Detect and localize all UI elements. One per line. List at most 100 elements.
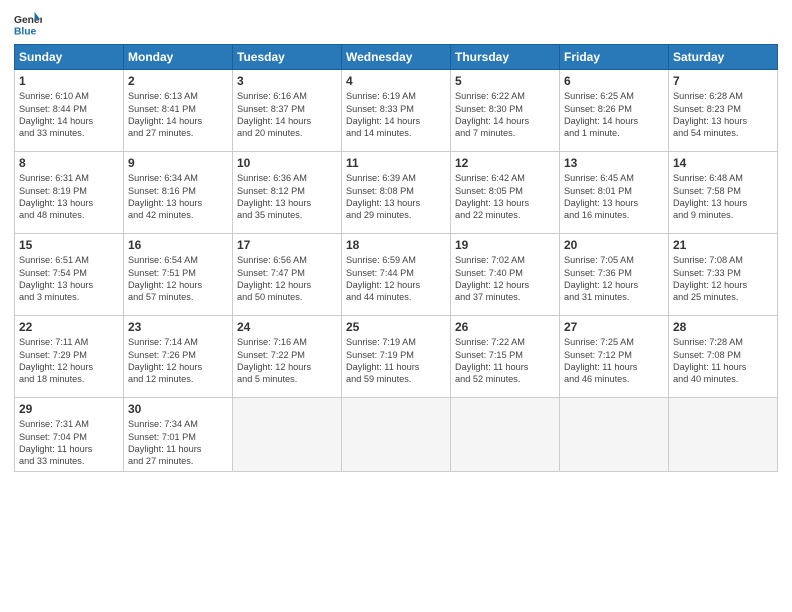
- logo: General Blue: [14, 10, 46, 38]
- day-number: 13: [564, 155, 664, 171]
- day-cell: 27Sunrise: 7:25 AMSunset: 7:12 PMDayligh…: [560, 316, 669, 398]
- day-info: and 7 minutes.: [455, 127, 555, 139]
- day-number: 2: [128, 73, 228, 89]
- day-info: Sunset: 8:05 PM: [455, 185, 555, 197]
- day-info: Sunrise: 6:31 AM: [19, 172, 119, 184]
- day-number: 6: [564, 73, 664, 89]
- day-info: Sunrise: 7:02 AM: [455, 254, 555, 266]
- day-info: Sunrise: 6:51 AM: [19, 254, 119, 266]
- day-info: Sunset: 8:41 PM: [128, 103, 228, 115]
- day-info: Sunset: 7:40 PM: [455, 267, 555, 279]
- day-info: Daylight: 12 hours: [564, 279, 664, 291]
- weekday-header-wednesday: Wednesday: [342, 45, 451, 70]
- day-info: Sunrise: 6:10 AM: [19, 90, 119, 102]
- day-number: 27: [564, 319, 664, 335]
- day-info: and 46 minutes.: [564, 373, 664, 385]
- header: General Blue: [14, 10, 778, 38]
- day-info: and 59 minutes.: [346, 373, 446, 385]
- day-info: and 3 minutes.: [19, 291, 119, 303]
- day-info: and 42 minutes.: [128, 209, 228, 221]
- day-cell: 14Sunrise: 6:48 AMSunset: 7:58 PMDayligh…: [669, 152, 778, 234]
- day-cell: 18Sunrise: 6:59 AMSunset: 7:44 PMDayligh…: [342, 234, 451, 316]
- day-info: and 25 minutes.: [673, 291, 773, 303]
- day-info: Sunrise: 7:05 AM: [564, 254, 664, 266]
- day-cell: 22Sunrise: 7:11 AMSunset: 7:29 PMDayligh…: [15, 316, 124, 398]
- day-cell: 13Sunrise: 6:45 AMSunset: 8:01 PMDayligh…: [560, 152, 669, 234]
- day-info: Daylight: 11 hours: [128, 443, 228, 455]
- day-number: 5: [455, 73, 555, 89]
- day-info: Sunset: 7:04 PM: [19, 431, 119, 443]
- week-row-5: 29Sunrise: 7:31 AMSunset: 7:04 PMDayligh…: [15, 398, 778, 472]
- day-cell: 26Sunrise: 7:22 AMSunset: 7:15 PMDayligh…: [451, 316, 560, 398]
- day-info: Sunrise: 6:34 AM: [128, 172, 228, 184]
- day-info: Sunset: 7:33 PM: [673, 267, 773, 279]
- day-info: Daylight: 13 hours: [346, 197, 446, 209]
- day-info: Sunset: 7:44 PM: [346, 267, 446, 279]
- day-info: Daylight: 11 hours: [19, 443, 119, 455]
- day-number: 23: [128, 319, 228, 335]
- day-info: and 57 minutes.: [128, 291, 228, 303]
- day-info: Daylight: 14 hours: [564, 115, 664, 127]
- day-cell: [451, 398, 560, 472]
- day-number: 17: [237, 237, 337, 253]
- day-info: Daylight: 11 hours: [346, 361, 446, 373]
- day-info: Sunset: 7:15 PM: [455, 349, 555, 361]
- day-info: Sunset: 8:26 PM: [564, 103, 664, 115]
- day-cell: 17Sunrise: 6:56 AMSunset: 7:47 PMDayligh…: [233, 234, 342, 316]
- day-cell: 15Sunrise: 6:51 AMSunset: 7:54 PMDayligh…: [15, 234, 124, 316]
- day-info: and 33 minutes.: [19, 455, 119, 467]
- day-cell: 16Sunrise: 6:54 AMSunset: 7:51 PMDayligh…: [124, 234, 233, 316]
- day-cell: 21Sunrise: 7:08 AMSunset: 7:33 PMDayligh…: [669, 234, 778, 316]
- weekday-header-row: SundayMondayTuesdayWednesdayThursdayFrid…: [15, 45, 778, 70]
- day-info: Daylight: 14 hours: [128, 115, 228, 127]
- day-info: Daylight: 14 hours: [19, 115, 119, 127]
- day-info: Sunrise: 6:16 AM: [237, 90, 337, 102]
- day-info: and 50 minutes.: [237, 291, 337, 303]
- day-number: 14: [673, 155, 773, 171]
- day-info: Sunrise: 6:59 AM: [346, 254, 446, 266]
- day-info: Sunrise: 7:08 AM: [673, 254, 773, 266]
- day-info: Sunrise: 7:22 AM: [455, 336, 555, 348]
- day-number: 10: [237, 155, 337, 171]
- day-number: 15: [19, 237, 119, 253]
- day-info: and 1 minute.: [564, 127, 664, 139]
- day-info: and 40 minutes.: [673, 373, 773, 385]
- day-info: Daylight: 13 hours: [19, 279, 119, 291]
- day-cell: 1Sunrise: 6:10 AMSunset: 8:44 PMDaylight…: [15, 70, 124, 152]
- logo-icon: General Blue: [14, 10, 42, 38]
- day-info: Sunrise: 6:19 AM: [346, 90, 446, 102]
- day-info: Sunset: 7:19 PM: [346, 349, 446, 361]
- day-cell: 8Sunrise: 6:31 AMSunset: 8:19 PMDaylight…: [15, 152, 124, 234]
- day-info: Sunset: 7:22 PM: [237, 349, 337, 361]
- day-number: 4: [346, 73, 446, 89]
- day-info: Sunrise: 6:36 AM: [237, 172, 337, 184]
- day-cell: 20Sunrise: 7:05 AMSunset: 7:36 PMDayligh…: [560, 234, 669, 316]
- day-number: 8: [19, 155, 119, 171]
- day-cell: 4Sunrise: 6:19 AMSunset: 8:33 PMDaylight…: [342, 70, 451, 152]
- day-number: 1: [19, 73, 119, 89]
- day-info: Daylight: 12 hours: [455, 279, 555, 291]
- day-info: Sunset: 7:12 PM: [564, 349, 664, 361]
- day-info: Sunrise: 6:22 AM: [455, 90, 555, 102]
- day-info: Sunrise: 7:25 AM: [564, 336, 664, 348]
- day-info: Sunrise: 7:14 AM: [128, 336, 228, 348]
- day-info: Sunrise: 6:48 AM: [673, 172, 773, 184]
- day-info: Sunrise: 6:39 AM: [346, 172, 446, 184]
- day-cell: 25Sunrise: 7:19 AMSunset: 7:19 PMDayligh…: [342, 316, 451, 398]
- page-container: General Blue SundayMondayTuesdayWednesda…: [0, 0, 792, 480]
- day-cell: 19Sunrise: 7:02 AMSunset: 7:40 PMDayligh…: [451, 234, 560, 316]
- day-cell: 29Sunrise: 7:31 AMSunset: 7:04 PMDayligh…: [15, 398, 124, 472]
- day-info: and 16 minutes.: [564, 209, 664, 221]
- day-cell: 10Sunrise: 6:36 AMSunset: 8:12 PMDayligh…: [233, 152, 342, 234]
- day-number: 30: [128, 401, 228, 417]
- day-cell: 9Sunrise: 6:34 AMSunset: 8:16 PMDaylight…: [124, 152, 233, 234]
- day-info: Sunset: 8:23 PM: [673, 103, 773, 115]
- day-info: Sunrise: 6:54 AM: [128, 254, 228, 266]
- week-row-2: 8Sunrise: 6:31 AMSunset: 8:19 PMDaylight…: [15, 152, 778, 234]
- day-info: and 35 minutes.: [237, 209, 337, 221]
- day-number: 29: [19, 401, 119, 417]
- day-number: 18: [346, 237, 446, 253]
- day-info: Daylight: 13 hours: [673, 115, 773, 127]
- day-info: Sunset: 8:12 PM: [237, 185, 337, 197]
- week-row-4: 22Sunrise: 7:11 AMSunset: 7:29 PMDayligh…: [15, 316, 778, 398]
